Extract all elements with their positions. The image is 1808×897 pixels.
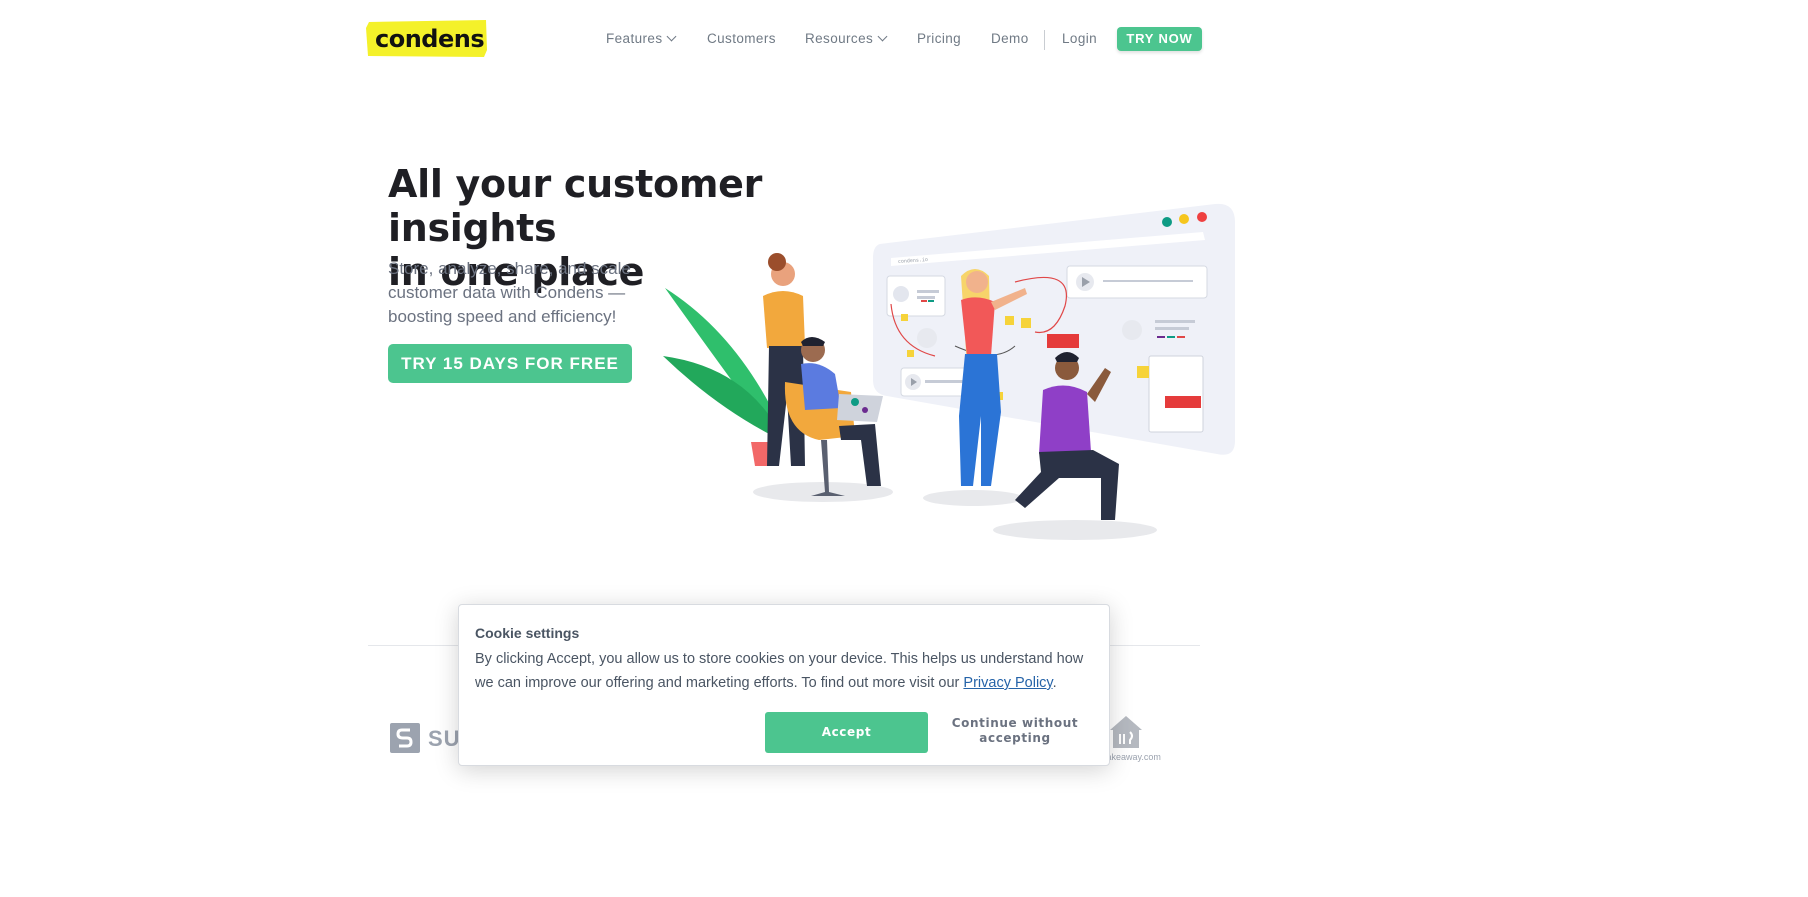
- site-header: condens Features Customers Resources Pri…: [0, 0, 1568, 80]
- condens-logo[interactable]: condens: [366, 20, 488, 58]
- takeaway-logo-icon: [1110, 716, 1142, 748]
- nav-features-label: Features: [606, 31, 663, 46]
- nav-divider: [1044, 30, 1045, 50]
- nav-login[interactable]: Login: [1062, 28, 1097, 50]
- takeaway-logo-text: Takeaway.com: [1102, 752, 1161, 762]
- nav-resources-label: Resources: [805, 31, 874, 46]
- nav-customers-label: Customers: [707, 31, 776, 46]
- nav-login-label: Login: [1062, 31, 1098, 46]
- team-collaboration-illustration: condens.io: [663, 203, 1235, 540]
- try-free-button[interactable]: TRY 15 DAYS FOR FREE: [388, 344, 632, 383]
- privacy-policy-link[interactable]: Privacy Policy: [963, 675, 1052, 691]
- nav-pricing-label: Pricing: [917, 31, 962, 46]
- cookie-settings-dialog: Cookie settings By clicking Accept, you …: [458, 604, 1110, 766]
- logo-text: condens: [375, 25, 485, 53]
- try-now-button[interactable]: TRY NOW: [1117, 27, 1202, 51]
- cookie-body: By clicking Accept, you allow us to stor…: [475, 647, 1095, 695]
- nav-demo-label: Demo: [991, 31, 1029, 46]
- nav-resources[interactable]: Resources: [805, 28, 888, 50]
- chevron-down-icon: [877, 31, 888, 42]
- cookie-body-end: .: [1052, 675, 1057, 691]
- continue-without-accepting-button[interactable]: Continue without accepting: [949, 716, 1081, 746]
- chevron-down-icon: [667, 31, 677, 42]
- cookie-title: Cookie settings: [475, 625, 580, 641]
- nav-features[interactable]: Features: [606, 28, 677, 50]
- nav-customers[interactable]: Customers: [707, 28, 776, 50]
- customer-logo-icon: [390, 723, 420, 753]
- nav-pricing[interactable]: Pricing: [917, 28, 961, 50]
- hero-subtitle: Store, analyze, share, and scale custome…: [388, 259, 631, 326]
- accept-button[interactable]: Accept: [765, 712, 928, 753]
- nav-demo[interactable]: Demo: [991, 28, 1029, 50]
